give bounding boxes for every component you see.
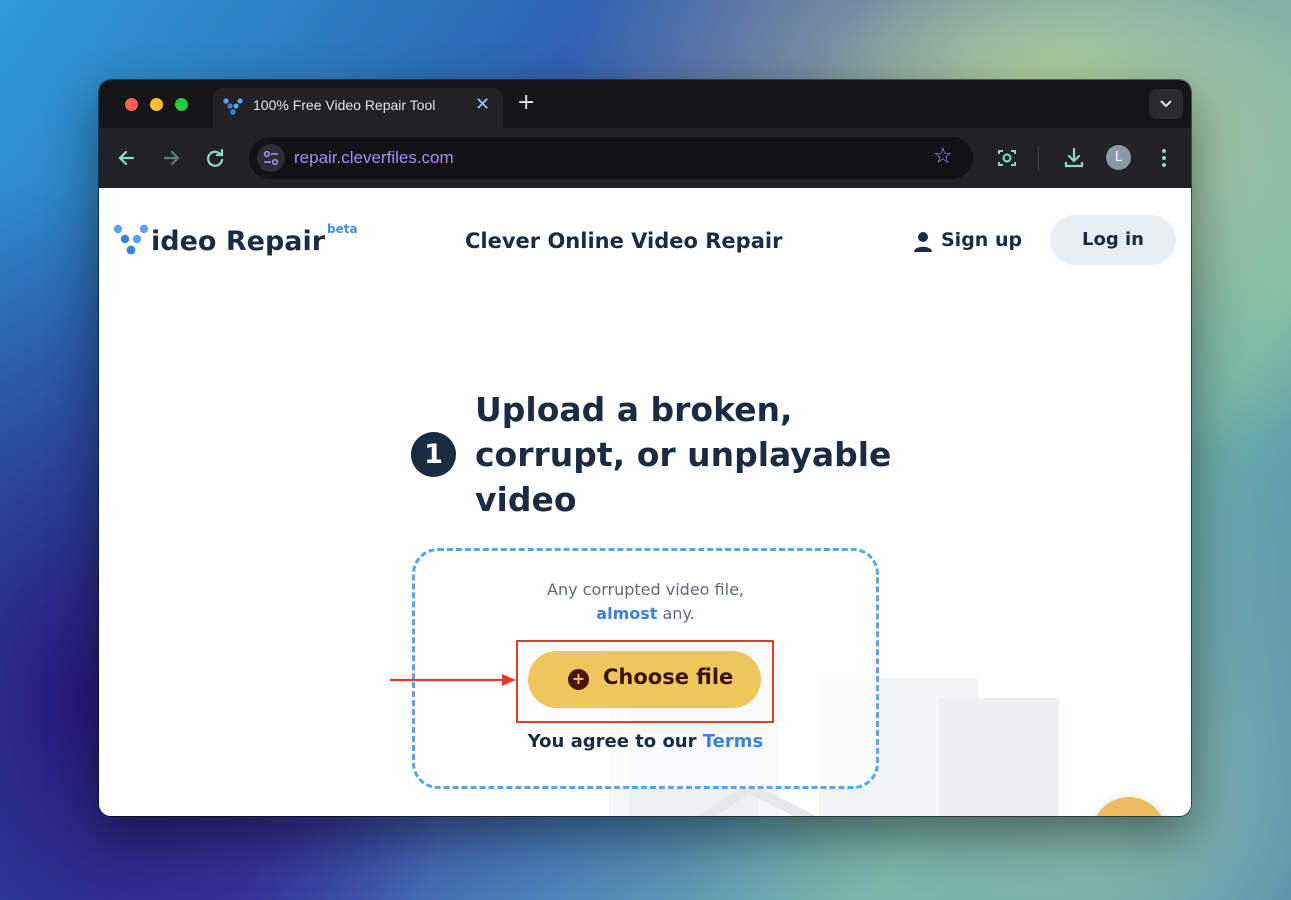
- chat-button[interactable]: [1092, 797, 1166, 816]
- chat-bubbles-icon: [1092, 797, 1166, 816]
- site-info-button[interactable]: [257, 144, 285, 172]
- choose-file-label: Choose file: [603, 665, 734, 689]
- drop-note-line1: Any corrupted video file,: [547, 580, 744, 599]
- beta-badge: beta: [327, 222, 358, 236]
- logo-text: ideo Repair: [151, 226, 326, 257]
- almost-link[interactable]: almost: [596, 604, 657, 623]
- new-tab-button[interactable]: +: [517, 90, 535, 115]
- web-page: ideo Repair beta Clever Online Video Rep…: [99, 188, 1191, 816]
- profile-avatar[interactable]: L: [1106, 145, 1131, 170]
- choose-file-button[interactable]: + Choose file: [528, 651, 761, 708]
- user-icon: [914, 232, 932, 252]
- google-lens-icon[interactable]: [993, 144, 1021, 172]
- chevron-down-icon: [1160, 100, 1172, 108]
- toolbar-divider: [1038, 146, 1039, 170]
- terms-link[interactable]: Terms: [703, 731, 763, 752]
- log-in-button[interactable]: Log in: [1050, 215, 1176, 265]
- bookmark-star-icon[interactable]: ☆: [933, 144, 953, 169]
- zoom-window-button[interactable]: [175, 98, 188, 111]
- browser-window: 100% Free Video Repair Tool ✕ + repair.c…: [99, 80, 1191, 816]
- more-menu-icon[interactable]: [1150, 144, 1178, 172]
- forward-button[interactable]: [157, 144, 185, 172]
- download-icon[interactable]: [1060, 144, 1088, 172]
- plus-circle-icon: +: [568, 669, 589, 690]
- back-button[interactable]: [113, 144, 141, 172]
- logo-dots-icon: [113, 224, 149, 255]
- step-number-badge: 1: [411, 432, 456, 477]
- site-logo[interactable]: ideo Repair beta: [113, 222, 358, 262]
- tab-bar: 100% Free Video Repair Tool ✕ +: [99, 80, 1191, 128]
- drop-zone-note: Any corrupted video file, almost any.: [412, 578, 879, 626]
- browser-toolbar: repair.cleverfiles.com ☆ L: [99, 128, 1191, 188]
- reload-button[interactable]: [201, 144, 229, 172]
- address-bar[interactable]: repair.cleverfiles.com ☆: [249, 137, 973, 179]
- sign-up-label: Sign up: [941, 229, 1023, 251]
- terms-agreement: You agree to our Terms: [412, 731, 879, 752]
- tune-icon: [263, 150, 279, 166]
- minimize-window-button[interactable]: [150, 98, 163, 111]
- site-favicon-icon: [223, 98, 243, 115]
- annotation-arrow-icon: [390, 674, 516, 686]
- upload-headline: Upload a broken, corrupt, or unplayable …: [475, 390, 892, 519]
- tab-title: 100% Free Video Repair Tool: [253, 97, 436, 113]
- drop-note-rest: any.: [657, 604, 695, 623]
- site-title: Clever Online Video Repair: [465, 229, 783, 253]
- terms-prefix: You agree to our: [527, 731, 703, 752]
- tab-close-icon[interactable]: ✕: [475, 94, 490, 115]
- close-window-button[interactable]: [125, 98, 138, 111]
- tab-search-button[interactable]: [1149, 89, 1183, 119]
- tab-video-repair[interactable]: 100% Free Video Repair Tool ✕: [213, 88, 503, 128]
- url-text[interactable]: repair.cleverfiles.com: [294, 148, 454, 168]
